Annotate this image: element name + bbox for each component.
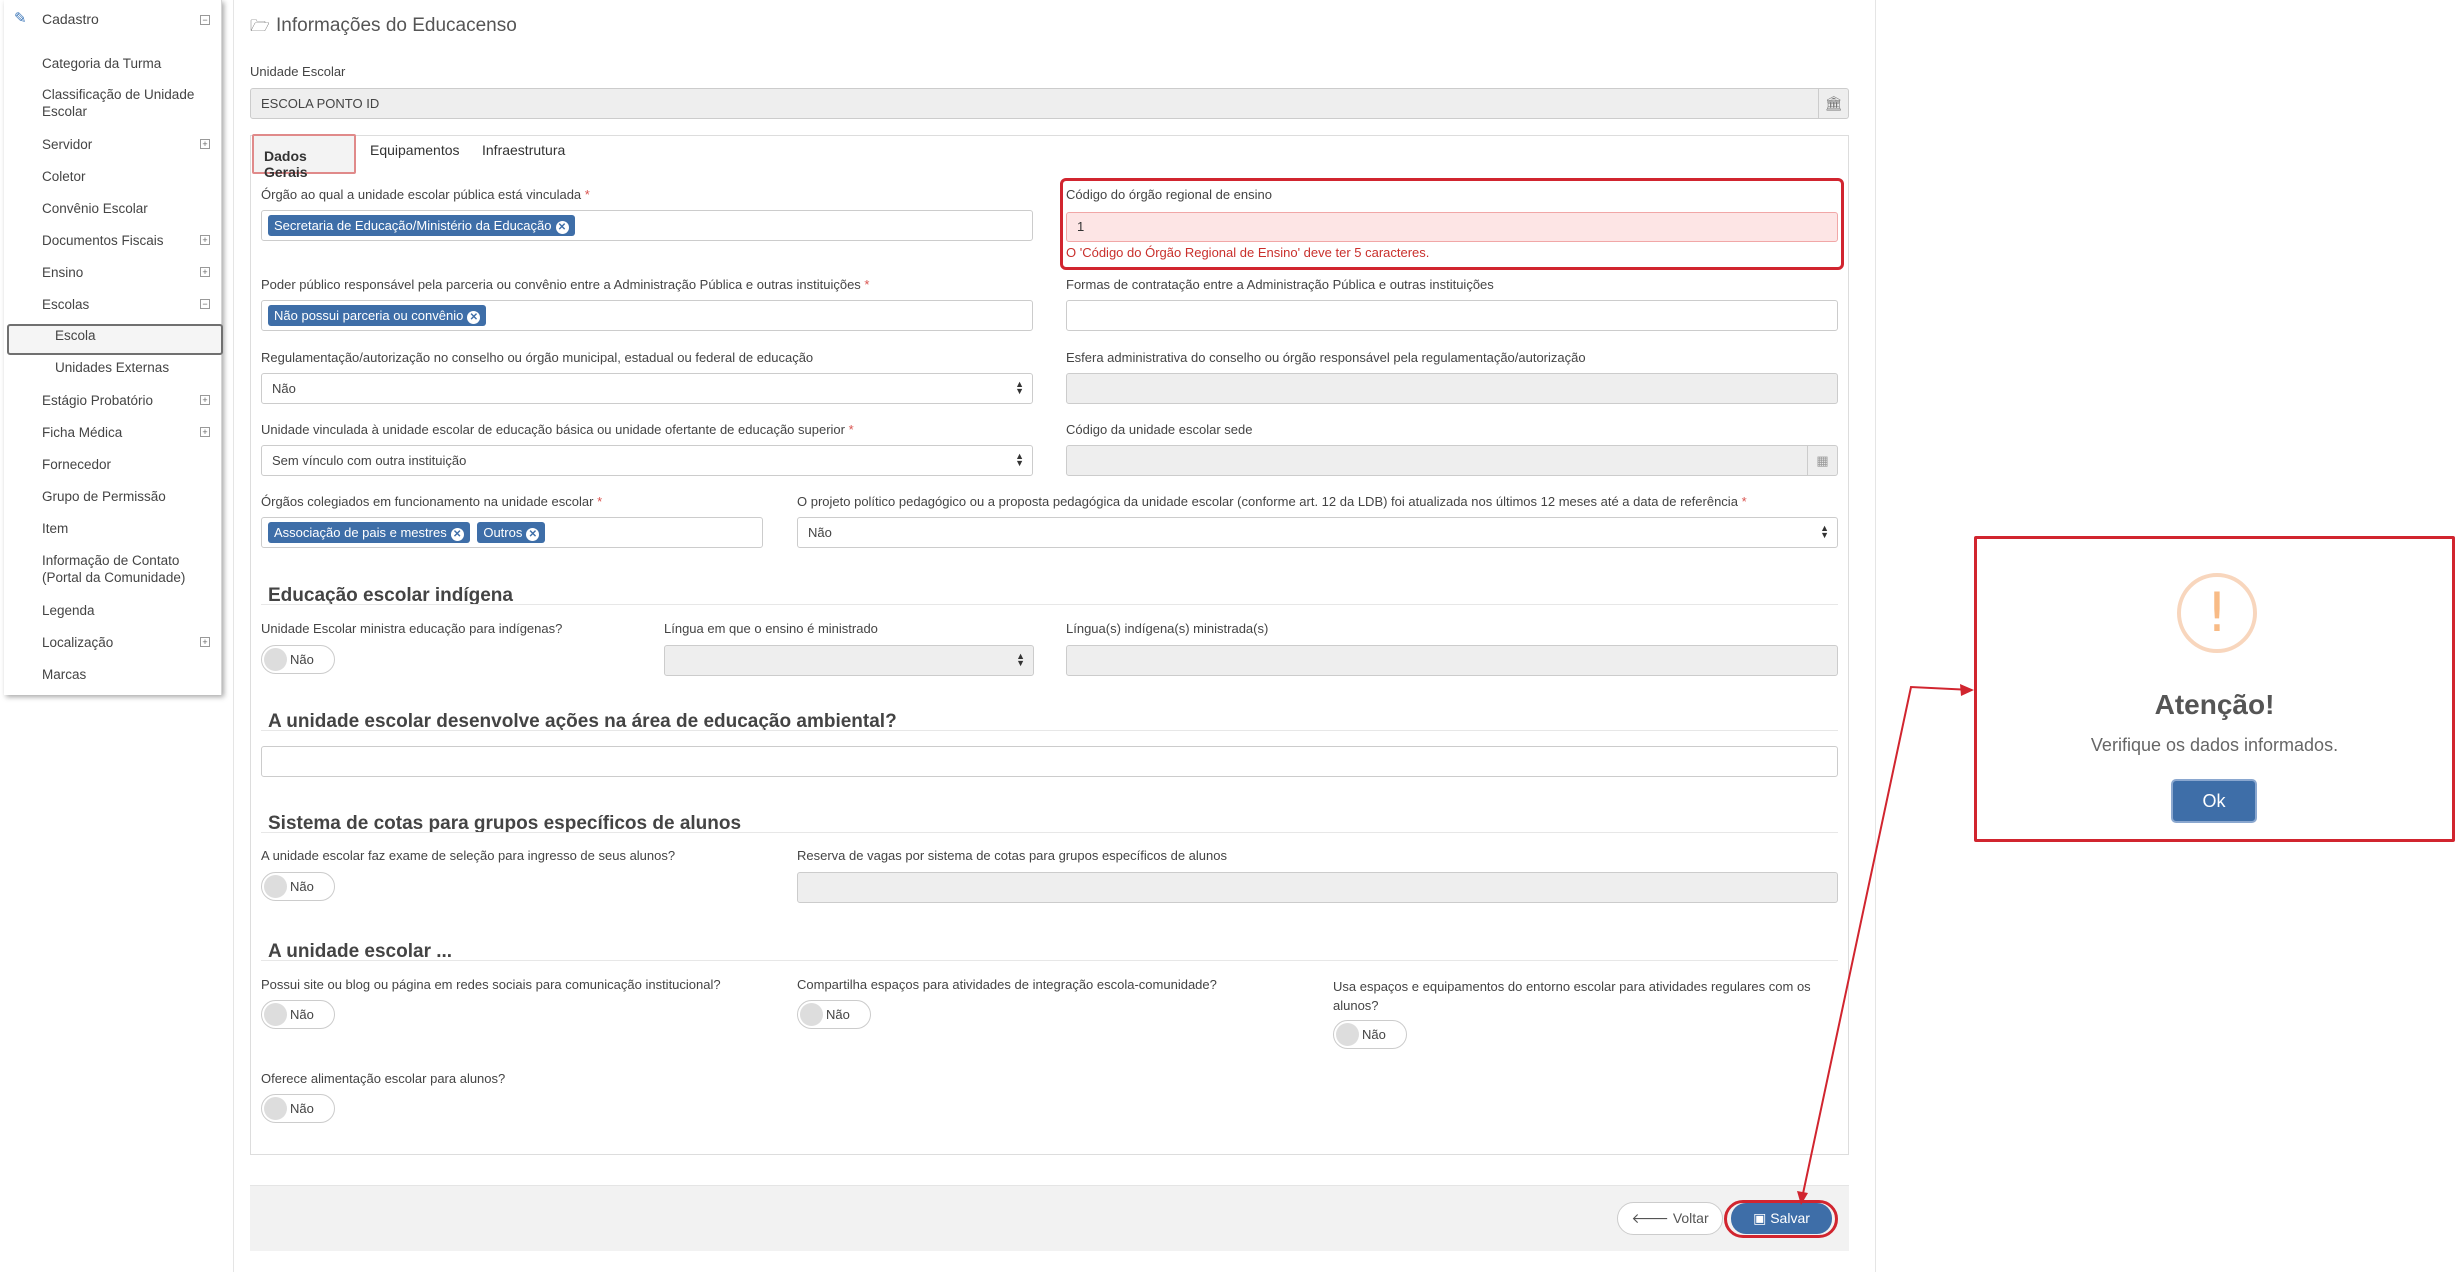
modal-title: Atenção! <box>2154 689 2275 720</box>
ok-button[interactable]: Ok <box>2171 779 2257 823</box>
annotation-line <box>1800 685 1973 1204</box>
annotation-arrowhead-save <box>1797 1191 1808 1205</box>
warning-icon: ! <box>2177 573 2257 653</box>
modal-text: Verifique os dados informados. <box>2090 735 2339 755</box>
annotation-arrowhead-modal <box>1960 684 1974 696</box>
alert-modal: ! Atenção! Verifique os dados informados… <box>1974 536 2455 842</box>
